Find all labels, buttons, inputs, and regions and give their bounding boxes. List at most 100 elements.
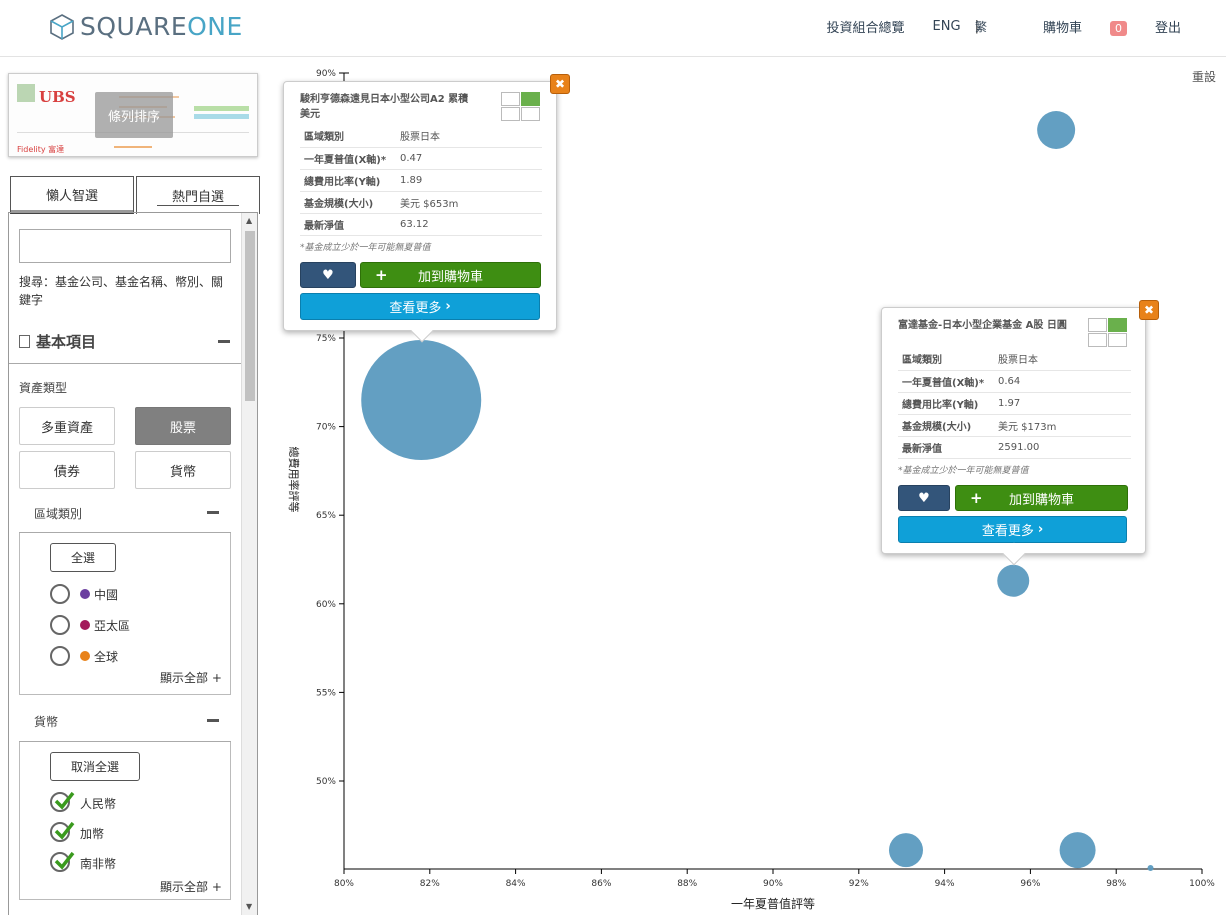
x-tick-label: 80%	[334, 879, 354, 889]
region-option-china: 中國	[94, 588, 119, 602]
checkmark-icon	[54, 791, 75, 810]
asset-type-label: 資產類型	[19, 381, 68, 395]
add-to-cart-button[interactable]: + 加到購物車	[360, 262, 541, 288]
collapse-region-icon[interactable]	[207, 511, 219, 514]
nav-portfolio-link[interactable]: 投資組合總覽	[827, 17, 905, 36]
logo-text: SQUAREONE	[80, 12, 243, 41]
plus-icon: +	[375, 266, 388, 284]
asset-equity-button[interactable]: 股票	[135, 407, 231, 445]
top-header: SQUAREONE 投資組合總覽 ENG | 繁 購物車 0 登出	[0, 0, 1226, 57]
document-icon	[19, 335, 30, 348]
fund-tooltip-fidelity: 富達基金-日本小型企業基金 A股 日圓 ✖ 區域類別 股票日本 一年夏普值(X軸)…	[881, 300, 1159, 566]
currency-check-zar[interactable]	[50, 851, 75, 872]
mode-tabs: 懶人智選 熱門自選	[10, 176, 260, 214]
fund-tooltip-janus: 駿利亨德森遠見日本小型公司A2 累積 美元 ✖ 區域類別 股票日本 一年夏普值(X…	[283, 74, 570, 343]
fidelity-logo: Fidelity 富達	[17, 145, 65, 154]
favorite-heart-button[interactable]: ♥	[898, 485, 950, 511]
add-to-cart-button[interactable]: + 加到購物車	[955, 485, 1128, 511]
reset-button[interactable]: 重設	[1192, 68, 1216, 85]
tab-popular-pick[interactable]: 熱門自選	[136, 176, 260, 214]
list-sort-button[interactable]: 條列排序	[95, 92, 173, 138]
plus-icon: +	[970, 489, 983, 507]
collapse-basic-icon[interactable]	[218, 340, 230, 343]
tooltip-title: 富達基金-日本小型企業基金 A股 日圓	[898, 320, 1067, 331]
ubs-logo-icon	[17, 84, 35, 102]
nav-cart-link[interactable]: 購物車 0	[1015, 17, 1127, 36]
currency-check-rmb[interactable]	[50, 791, 75, 812]
global-color-dot	[80, 651, 90, 661]
x-tick-label: 98%	[1106, 879, 1126, 889]
favorite-heart-button[interactable]: ♥	[300, 262, 356, 288]
scroll-down-icon[interactable]: ▼	[246, 902, 252, 911]
asset-money-button[interactable]: 貨幣	[135, 451, 231, 489]
fund-bubble	[361, 340, 482, 461]
search-hint: 搜尋：基金公司、基金名稱、幣別、關鍵字	[19, 275, 224, 307]
fund-bubble	[1059, 832, 1096, 869]
fund-bubble	[1037, 111, 1076, 149]
tooltip-details: 區域類別 股票日本 一年夏普值(X軸)* 0.47 總費用比率(Y軸) 1.89 基金…	[300, 125, 542, 236]
quadrant-grid-icon	[501, 92, 541, 122]
y-tick-label: 50%	[316, 777, 336, 787]
top-nav: 投資組合總覽 ENG | 繁 購物車 0 登出	[799, 17, 1181, 36]
y-tick-label: 60%	[316, 600, 336, 610]
scroll-up-icon[interactable]: ▲	[246, 216, 252, 225]
region-radio-china[interactable]	[50, 584, 70, 604]
tooltip-title: 駿利亨德森遠見日本小型公司A2 累積 美元	[300, 94, 469, 120]
fund-bubble	[997, 564, 1030, 597]
region-show-all-link[interactable]: 顯示全部 +	[160, 669, 222, 686]
scrollbar-thumb[interactable]	[245, 231, 255, 401]
x-tick-label: 86%	[591, 879, 611, 889]
currency-option-rmb: 人民幣	[80, 797, 117, 811]
nav-logout-link[interactable]: 登出	[1155, 17, 1181, 36]
region-label: 區域類別	[34, 507, 83, 521]
logo[interactable]: SQUAREONE	[50, 12, 243, 41]
cart-count-badge: 0	[1109, 21, 1127, 36]
region-radio-apac[interactable]	[50, 615, 70, 635]
chevron-right-icon: ›	[1037, 522, 1044, 537]
asset-multi-button[interactable]: 多重資產	[19, 407, 115, 445]
region-radio-global[interactable]	[50, 646, 70, 666]
nav-traditional-link[interactable]: 繁	[975, 18, 987, 35]
section-basic-title: 基本項目	[19, 331, 96, 352]
view-more-button[interactable]: 查看更多 ›	[898, 516, 1127, 543]
x-tick-label: 84%	[506, 879, 526, 889]
currency-option-cad: 加幣	[80, 827, 105, 841]
tooltip-note: *基金成立少於一年可能無夏普值	[300, 243, 431, 253]
x-tick-label: 92%	[849, 879, 869, 889]
y-axis-title: 總費用率評等	[287, 447, 301, 513]
close-icon[interactable]: ✖	[1139, 300, 1159, 320]
view-more-button[interactable]: 查看更多 ›	[300, 293, 540, 320]
filter-scrollbar[interactable]: ▲ ▼	[241, 213, 257, 915]
quadrant-grid-icon	[1088, 318, 1128, 348]
list-view-thumbnail[interactable]: UBS Fidelity 富達 條列排序	[8, 73, 258, 157]
y-tick-label: 70%	[316, 423, 336, 433]
y-tick-label: 55%	[316, 688, 336, 698]
nav-english-link[interactable]: ENG	[933, 19, 961, 34]
checkmark-icon	[54, 851, 75, 870]
asset-bond-button[interactable]: 債券	[19, 451, 115, 489]
currency-label: 貨幣	[34, 715, 59, 729]
region-select-all-button[interactable]: 全選	[50, 543, 116, 572]
x-tick-label: 94%	[935, 879, 955, 889]
china-color-dot	[80, 589, 90, 599]
x-tick-label: 90%	[763, 879, 783, 889]
tab-smart-pick[interactable]: 懶人智選	[10, 176, 134, 214]
region-option-apac: 亞太區	[94, 619, 131, 633]
chevron-right-icon: ›	[445, 299, 451, 314]
x-tick-label: 88%	[677, 879, 697, 889]
search-input[interactable]	[19, 229, 231, 263]
fund-bubble	[1147, 865, 1154, 871]
cube-logo-icon	[50, 13, 74, 40]
x-axis-title: 一年夏普值評等	[731, 896, 815, 911]
currency-check-cad[interactable]	[50, 821, 75, 842]
region-box: 全選 中國 亞太區 全球 顯示全部 +	[19, 533, 231, 695]
ubs-logo: UBS	[39, 88, 76, 106]
apac-color-dot	[80, 620, 90, 630]
region-option-global: 全球	[94, 650, 119, 664]
x-tick-label: 96%	[1020, 879, 1040, 889]
currency-deselect-all-button[interactable]: 取消全選	[50, 752, 140, 781]
collapse-currency-icon[interactable]	[207, 719, 219, 722]
close-icon[interactable]: ✖	[550, 74, 570, 94]
fund-bubble	[888, 833, 923, 868]
currency-show-all-link[interactable]: 顯示全部 +	[160, 878, 222, 895]
